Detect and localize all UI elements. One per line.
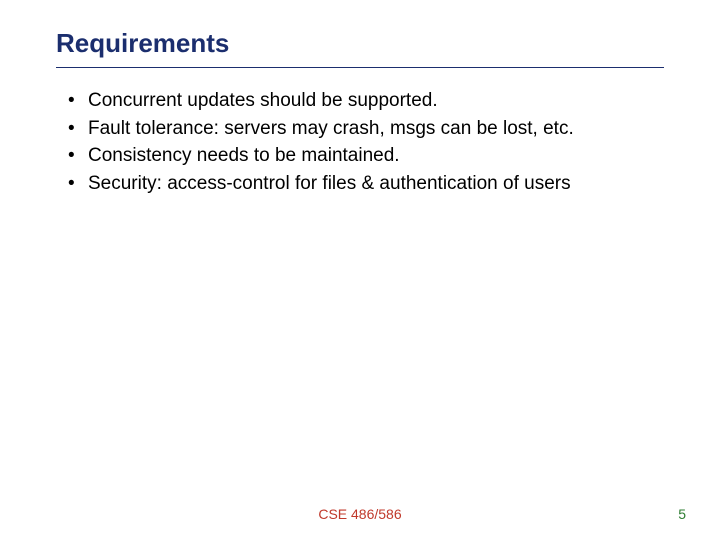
slide-title: Requirements (56, 28, 664, 59)
footer-page-number: 5 (678, 506, 686, 522)
slide: Requirements Concurrent updates should b… (0, 0, 720, 540)
footer-course: CSE 486/586 (0, 506, 720, 522)
bullet-item: Concurrent updates should be supported. (68, 88, 664, 114)
bullet-item: Security: access-control for files & aut… (68, 171, 664, 197)
bullet-item: Consistency needs to be maintained. (68, 143, 664, 169)
title-underline (56, 67, 664, 68)
bullet-item: Fault tolerance: servers may crash, msgs… (68, 116, 664, 142)
bullet-list: Concurrent updates should be supported. … (56, 88, 664, 197)
